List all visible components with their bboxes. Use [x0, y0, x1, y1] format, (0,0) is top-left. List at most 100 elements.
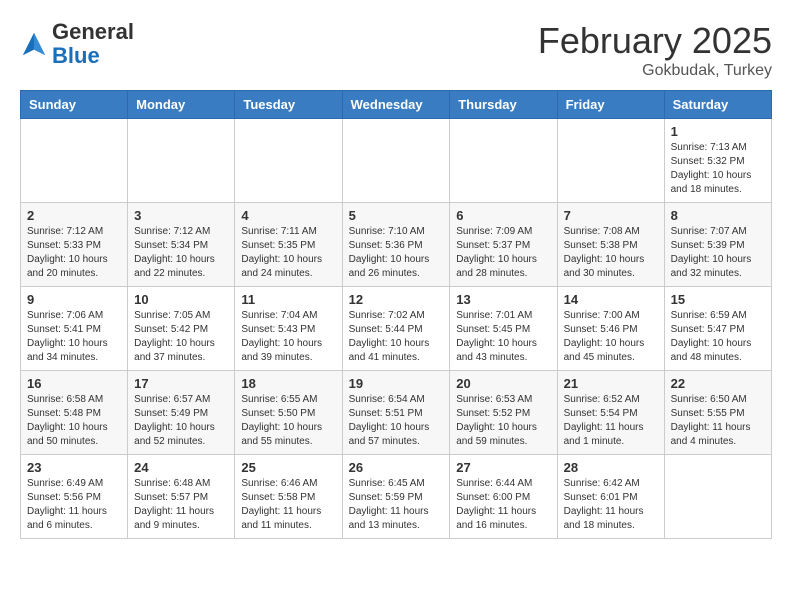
day-number: 9 [27, 292, 121, 307]
title-block: February 2025 Gokbudak, Turkey [538, 20, 772, 80]
weekday-header-wednesday: Wednesday [342, 91, 450, 119]
day-info: Sunrise: 7:05 AM Sunset: 5:42 PM Dayligh… [134, 309, 228, 365]
calendar: SundayMondayTuesdayWednesdayThursdayFrid… [20, 90, 772, 539]
day-cell [128, 119, 235, 203]
day-info: Sunrise: 7:09 AM Sunset: 5:37 PM Dayligh… [456, 225, 550, 281]
day-number: 4 [241, 208, 335, 223]
weekday-header-tuesday: Tuesday [235, 91, 342, 119]
day-number: 24 [134, 460, 228, 475]
day-cell: 16 Sunrise: 6:58 AM Sunset: 5:48 PM Dayli… [21, 371, 128, 455]
day-info: Sunrise: 7:07 AM Sunset: 5:39 PM Dayligh… [671, 225, 765, 281]
location-title: Gokbudak, Turkey [538, 62, 772, 80]
page-header: General Blue February 2025 Gokbudak, Tur… [20, 20, 772, 80]
day-info: Sunrise: 7:06 AM Sunset: 5:41 PM Dayligh… [27, 309, 121, 365]
day-info: Sunrise: 6:46 AM Sunset: 5:58 PM Dayligh… [241, 477, 335, 533]
weekday-header-saturday: Saturday [664, 91, 771, 119]
day-cell: 28Sunrise: 6:42 AM Sunset: 6:01 PM Dayli… [557, 455, 664, 539]
day-cell: 5 Sunrise: 7:10 AM Sunset: 5:36 PM Daylig… [342, 203, 450, 287]
day-info: Sunrise: 6:54 AM Sunset: 5:51 PM Dayligh… [349, 393, 444, 449]
day-info: Sunrise: 6:49 AM Sunset: 5:56 PM Dayligh… [27, 477, 121, 533]
day-cell: 24 Sunrise: 6:48 AM Sunset: 5:57 PM Dayli… [128, 455, 235, 539]
day-cell [557, 119, 664, 203]
day-number: 12 [349, 292, 444, 307]
day-cell: 15 Sunrise: 6:59 AM Sunset: 5:47 PM Dayli… [664, 287, 771, 371]
day-cell: 1 Sunrise: 7:13 AM Sunset: 5:32 PM Daylig… [664, 119, 771, 203]
day-number: 2 [27, 208, 121, 223]
day-info: Sunrise: 7:10 AM Sunset: 5:36 PM Dayligh… [349, 225, 444, 281]
day-cell: 19 Sunrise: 6:54 AM Sunset: 5:51 PM Dayli… [342, 371, 450, 455]
day-cell: 13 Sunrise: 7:01 AM Sunset: 5:45 PM Dayli… [450, 287, 557, 371]
week-row-2: 2 Sunrise: 7:12 AM Sunset: 5:33 PM Daylig… [21, 203, 772, 287]
day-number: 22 [671, 376, 765, 391]
day-number: 18 [241, 376, 335, 391]
day-number: 11 [241, 292, 335, 307]
weekday-header-row: SundayMondayTuesdayWednesdayThursdayFrid… [21, 91, 772, 119]
day-number: 10 [134, 292, 228, 307]
day-info: Sunrise: 7:02 AM Sunset: 5:44 PM Dayligh… [349, 309, 444, 365]
day-info: Sunrise: 7:13 AM Sunset: 5:32 PM Dayligh… [671, 141, 765, 197]
weekday-header-friday: Friday [557, 91, 664, 119]
day-info: Sunrise: 6:48 AM Sunset: 5:57 PM Dayligh… [134, 477, 228, 533]
week-row-5: 23 Sunrise: 6:49 AM Sunset: 5:56 PM Dayli… [21, 455, 772, 539]
day-cell [21, 119, 128, 203]
day-cell [342, 119, 450, 203]
day-info: Sunrise: 7:12 AM Sunset: 5:33 PM Dayligh… [27, 225, 121, 281]
day-cell: 23 Sunrise: 6:49 AM Sunset: 5:56 PM Dayli… [21, 455, 128, 539]
logo-text: General Blue [52, 20, 134, 68]
day-cell: 12 Sunrise: 7:02 AM Sunset: 5:44 PM Dayli… [342, 287, 450, 371]
day-info: Sunrise: 7:04 AM Sunset: 5:43 PM Dayligh… [241, 309, 335, 365]
day-info: Sunrise: 6:50 AM Sunset: 5:55 PM Dayligh… [671, 393, 765, 449]
day-cell: 25Sunrise: 6:46 AM Sunset: 5:58 PM Dayli… [235, 455, 342, 539]
day-cell: 7 Sunrise: 7:08 AM Sunset: 5:38 PM Daylig… [557, 203, 664, 287]
logo: General Blue [20, 20, 134, 68]
day-number: 19 [349, 376, 444, 391]
day-cell: 9 Sunrise: 7:06 AM Sunset: 5:41 PM Daylig… [21, 287, 128, 371]
weekday-header-sunday: Sunday [21, 91, 128, 119]
day-info: Sunrise: 6:44 AM Sunset: 6:00 PM Dayligh… [456, 477, 550, 533]
logo-blue: Blue [52, 43, 100, 68]
day-info: Sunrise: 7:11 AM Sunset: 5:35 PM Dayligh… [241, 225, 335, 281]
week-row-3: 9 Sunrise: 7:06 AM Sunset: 5:41 PM Daylig… [21, 287, 772, 371]
day-info: Sunrise: 6:58 AM Sunset: 5:48 PM Dayligh… [27, 393, 121, 449]
day-cell: 2 Sunrise: 7:12 AM Sunset: 5:33 PM Daylig… [21, 203, 128, 287]
day-cell: 17 Sunrise: 6:57 AM Sunset: 5:49 PM Dayli… [128, 371, 235, 455]
day-info: Sunrise: 6:57 AM Sunset: 5:49 PM Dayligh… [134, 393, 228, 449]
day-info: Sunrise: 7:08 AM Sunset: 5:38 PM Dayligh… [564, 225, 658, 281]
day-number: 17 [134, 376, 228, 391]
day-cell: 6 Sunrise: 7:09 AM Sunset: 5:37 PM Daylig… [450, 203, 557, 287]
day-number: 7 [564, 208, 658, 223]
day-cell: 22 Sunrise: 6:50 AM Sunset: 5:55 PM Dayli… [664, 371, 771, 455]
day-cell: 3 Sunrise: 7:12 AM Sunset: 5:34 PM Daylig… [128, 203, 235, 287]
logo-icon [20, 30, 48, 58]
day-info: Sunrise: 7:01 AM Sunset: 5:45 PM Dayligh… [456, 309, 550, 365]
day-cell: 4 Sunrise: 7:11 AM Sunset: 5:35 PM Daylig… [235, 203, 342, 287]
month-title: February 2025 [538, 20, 772, 62]
day-info: Sunrise: 6:59 AM Sunset: 5:47 PM Dayligh… [671, 309, 765, 365]
day-number: 26 [349, 460, 444, 475]
day-cell [450, 119, 557, 203]
day-number: 16 [27, 376, 121, 391]
day-number: 3 [134, 208, 228, 223]
day-info: Sunrise: 6:45 AM Sunset: 5:59 PM Dayligh… [349, 477, 444, 533]
day-cell: 10 Sunrise: 7:05 AM Sunset: 5:42 PM Dayli… [128, 287, 235, 371]
weekday-header-thursday: Thursday [450, 91, 557, 119]
day-cell [664, 455, 771, 539]
day-info: Sunrise: 7:12 AM Sunset: 5:34 PM Dayligh… [134, 225, 228, 281]
day-number: 13 [456, 292, 550, 307]
day-info: Sunrise: 6:42 AM Sunset: 6:01 PM Dayligh… [564, 477, 658, 533]
day-number: 5 [349, 208, 444, 223]
day-number: 23 [27, 460, 121, 475]
day-number: 6 [456, 208, 550, 223]
day-number: 8 [671, 208, 765, 223]
day-number: 21 [564, 376, 658, 391]
day-info: Sunrise: 6:53 AM Sunset: 5:52 PM Dayligh… [456, 393, 550, 449]
week-row-4: 16 Sunrise: 6:58 AM Sunset: 5:48 PM Dayli… [21, 371, 772, 455]
day-info: Sunrise: 6:52 AM Sunset: 5:54 PM Dayligh… [564, 393, 658, 449]
day-number: 15 [671, 292, 765, 307]
day-number: 1 [671, 124, 765, 139]
day-cell: 27Sunrise: 6:44 AM Sunset: 6:00 PM Dayli… [450, 455, 557, 539]
day-cell: 14Sunrise: 7:00 AM Sunset: 5:46 PM Dayli… [557, 287, 664, 371]
day-info: Sunrise: 6:55 AM Sunset: 5:50 PM Dayligh… [241, 393, 335, 449]
weekday-header-monday: Monday [128, 91, 235, 119]
day-info: Sunrise: 7:00 AM Sunset: 5:46 PM Dayligh… [564, 309, 658, 365]
